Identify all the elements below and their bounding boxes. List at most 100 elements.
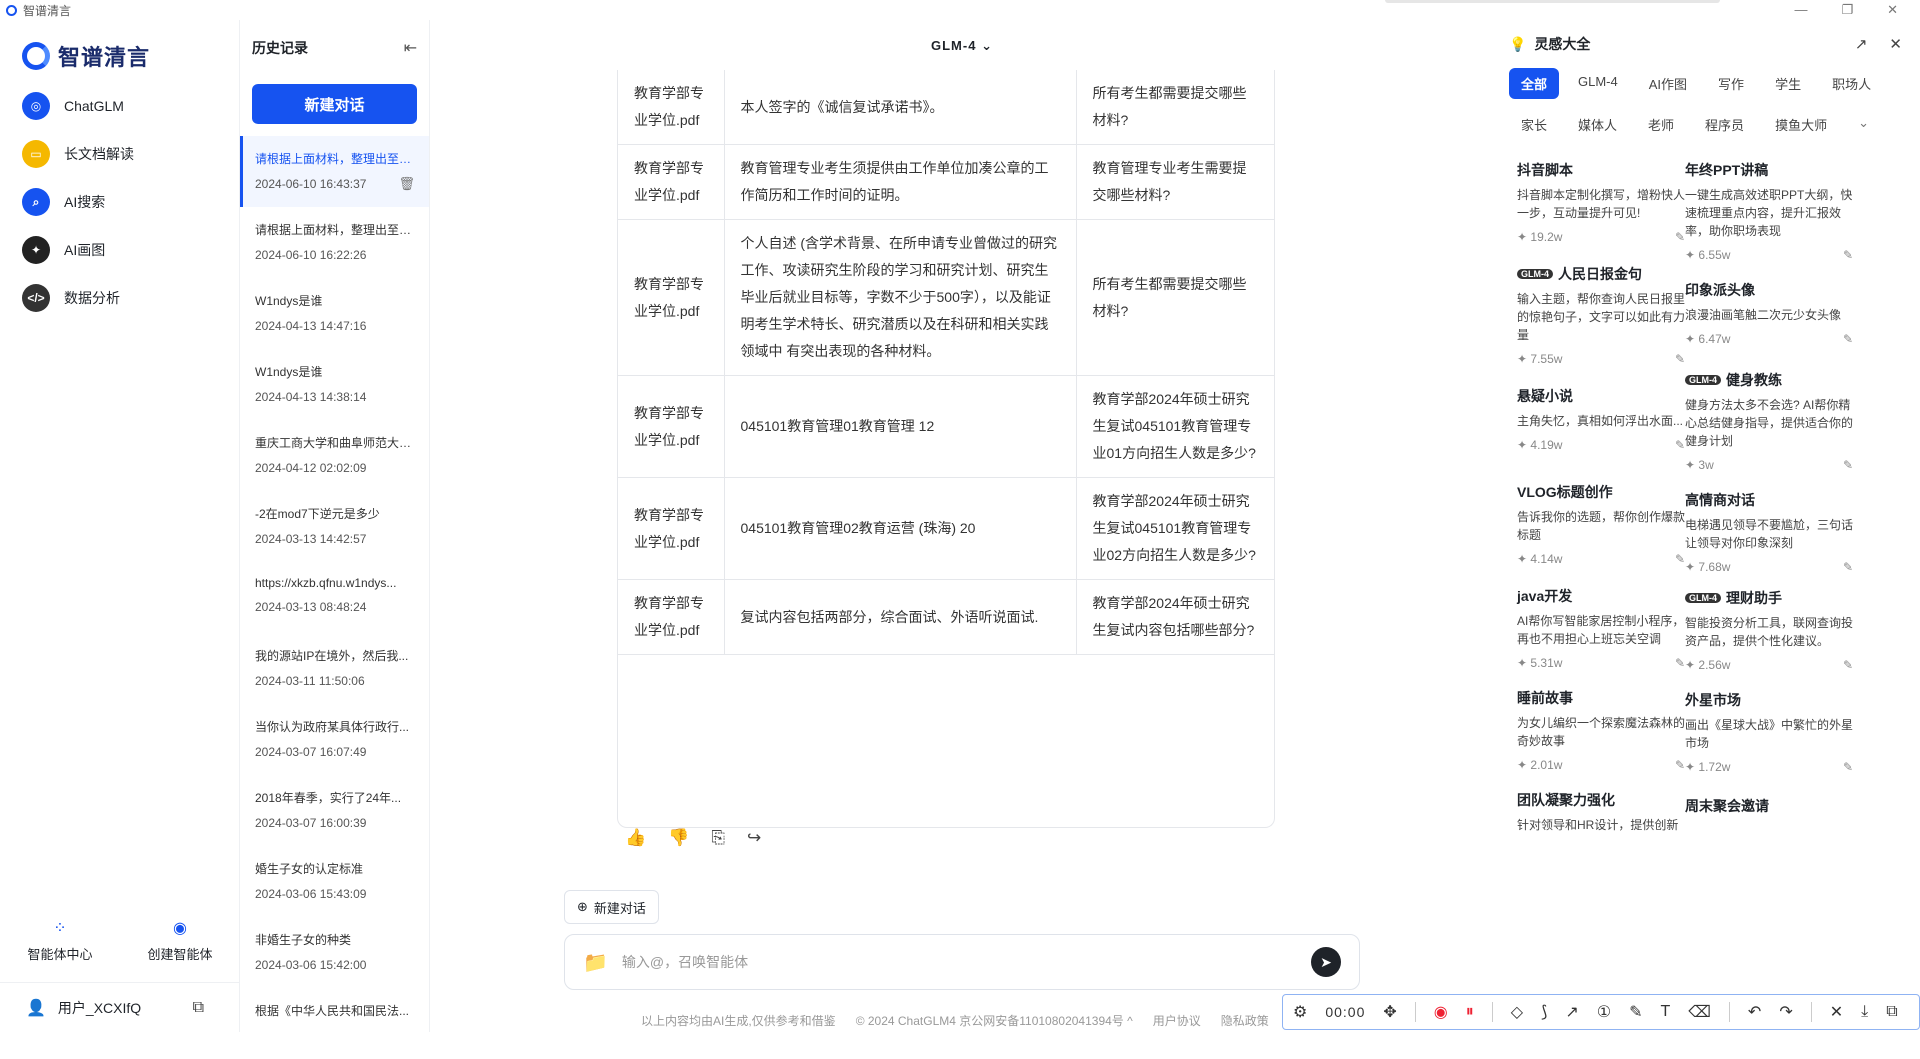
model-selector[interactable]: GLM-4 ⌄ bbox=[931, 38, 993, 54]
inspiration-card[interactable]: 周末聚会邀请 bbox=[1677, 786, 1861, 832]
inspiration-card[interactable]: GLM-4 健身教练 健身方法太多不会选? AI帮你精心总结健身指导，提供适合你的健… bbox=[1677, 360, 1861, 482]
inspiration-card[interactable]: 抖音脚本 抖音脚本定制化撰写，增粉快人一步，互动量提升可见! ✦ 19.2w ✎ bbox=[1509, 150, 1693, 254]
history-item[interactable]: 请根据上面材料，整理出至少... 2024-06-10 16:43:37 🗑 bbox=[240, 136, 429, 207]
edit-icon[interactable]: ✎ bbox=[1843, 560, 1853, 574]
history-item[interactable]: 婚生子女的认定标准 2024-03-06 15:43:09 bbox=[240, 846, 429, 917]
shape-icon[interactable]: ◇ bbox=[1511, 1002, 1523, 1022]
share-panel-icon[interactable]: ↗ bbox=[1855, 35, 1868, 53]
nav-item-3[interactable]: ✦ AI画图 bbox=[0, 226, 239, 274]
edit-icon[interactable]: ✎ bbox=[1843, 332, 1853, 346]
undo-icon[interactable]: ↶ bbox=[1748, 1002, 1761, 1022]
tag-8[interactable]: 老师 bbox=[1636, 109, 1686, 140]
history-item[interactable]: 根据《中华人民共和国民法... bbox=[240, 988, 429, 1059]
tag-0[interactable]: 全部 bbox=[1509, 68, 1560, 99]
inspiration-card[interactable]: 外星市场 画出《星球大战》中繁忙的外星市场 ✦ 1.72w ✎ bbox=[1677, 680, 1861, 784]
edit-icon[interactable]: ✎ bbox=[1843, 248, 1853, 262]
user-profile[interactable]: 👤 用户_XCXIfQ ⧉ bbox=[0, 982, 240, 1032]
tag-2[interactable]: AI作图 bbox=[1637, 68, 1699, 99]
inspiration-card[interactable]: GLM-4 人民日报金句 输入主题，帮你查询人民日报里的惊艳句子，文字可以如此有力量… bbox=[1509, 254, 1693, 376]
nav-item-0[interactable]: ◎ ChatGLM bbox=[0, 82, 239, 130]
tag-10[interactable]: 摸鱼大师 bbox=[1763, 109, 1839, 140]
close-window-button[interactable]: ✕ bbox=[1887, 2, 1898, 18]
move-icon[interactable]: ✥ bbox=[1383, 1002, 1396, 1022]
record-icon[interactable]: ◉ bbox=[1434, 1002, 1448, 1022]
copy-icon[interactable]: ⎘ bbox=[711, 828, 725, 848]
nav-item-1[interactable]: ▭ 长文档解读 bbox=[0, 130, 239, 178]
eraser-icon[interactable]: ⌫ bbox=[1688, 1002, 1711, 1022]
card-title: 高情商对话 bbox=[1685, 492, 1755, 508]
card-title-row: 悬疑小说 bbox=[1517, 386, 1685, 406]
history-item[interactable]: 2018年春季，实行了24年... 2024-03-07 16:00:39 bbox=[240, 775, 429, 846]
inspiration-card[interactable]: 睡前故事 为女儿编织一个探索魔法森林的奇妙故事 ✦ 2.01w ✎ bbox=[1509, 678, 1693, 782]
footer-privacy[interactable]: 隐私政策 bbox=[1221, 1012, 1269, 1029]
tag-7[interactable]: 媒体人 bbox=[1566, 109, 1629, 140]
redo-icon[interactable]: ↷ bbox=[1779, 1002, 1792, 1022]
card-meta: ✦ 1.72w ✎ bbox=[1685, 760, 1853, 774]
inspiration-card[interactable]: GLM-4 理财助手 智能投资分析工具，联网查询投资产品，提供个性化建议。 ✦ 2.5… bbox=[1677, 578, 1861, 682]
tag-1[interactable]: GLM-4 bbox=[1566, 68, 1630, 99]
create-agent-button[interactable]: ◉ 创建智能体 bbox=[120, 920, 240, 963]
history-item[interactable]: 非婚生子女的种类 2024-03-06 15:42:00 bbox=[240, 917, 429, 988]
history-item[interactable]: 我的源站IP在境外，然后我... 2024-03-11 11:50:06 bbox=[240, 633, 429, 704]
thumbs-down-icon[interactable]: 👎 bbox=[668, 828, 689, 848]
pause-icon[interactable]: ⏸ bbox=[1466, 1003, 1474, 1021]
copy-screen-icon[interactable]: ⧉ bbox=[1886, 1003, 1897, 1021]
attach-file-icon[interactable]: 📁 bbox=[583, 950, 608, 975]
trash-icon[interactable]: 🗑 bbox=[398, 176, 415, 192]
new-chat-inline-button[interactable]: ⊕ 新建对话 bbox=[564, 890, 659, 924]
chat-input[interactable] bbox=[621, 954, 1297, 970]
sparkle-icon: ✦ bbox=[1685, 658, 1699, 672]
card-uses: ✦ 19.2w bbox=[1517, 230, 1562, 244]
nav-item-4[interactable]: </> 数据分析 bbox=[0, 274, 239, 322]
card-title-row: GLM-4 健身教练 bbox=[1685, 370, 1853, 390]
tag-3[interactable]: 写作 bbox=[1706, 68, 1756, 99]
number-marker-icon[interactable]: ① bbox=[1597, 1002, 1611, 1022]
inspiration-card[interactable]: 年终PPT讲稿 一键生成高效述职PPT大纲，快速梳理重点内容，提升汇报效率，助你职… bbox=[1677, 150, 1861, 272]
text-icon[interactable]: T bbox=[1661, 1003, 1671, 1021]
inspiration-card[interactable]: 印象派头像 浪漫油画笔触二次元少女头像 ✦ 6.47w ✎ bbox=[1677, 270, 1861, 356]
arrow-icon[interactable]: ↗ bbox=[1565, 1002, 1578, 1022]
inspiration-card[interactable]: 团队凝聚力强化 针对领导和HR设计，提供创新 bbox=[1509, 780, 1693, 844]
history-item[interactable]: 请根据上面材料，整理出至少... 2024-06-10 16:22:26 bbox=[240, 207, 429, 278]
brand-logo[interactable]: 智谱清言 bbox=[0, 20, 239, 76]
history-item-date: 2024-03-11 11:50:06 bbox=[255, 674, 365, 688]
agent-center-button[interactable]: ⁘ 智能体中心 bbox=[0, 920, 120, 963]
edit-icon[interactable]: ✎ bbox=[1843, 658, 1853, 672]
restore-button[interactable]: ❐ bbox=[1841, 2, 1853, 18]
card-title: 悬疑小说 bbox=[1517, 388, 1573, 404]
close-panel-icon[interactable]: ✕ bbox=[1889, 35, 1902, 53]
edit-icon[interactable]: ✎ bbox=[1843, 760, 1853, 774]
new-chat-button[interactable]: 新建对话 bbox=[252, 84, 417, 124]
history-item[interactable]: 重庆工商大学和曲阜师范大学... 2024-04-12 02:02:09 bbox=[240, 420, 429, 491]
close-toolbar-icon[interactable]: ✕ bbox=[1830, 1002, 1843, 1022]
polyline-icon[interactable]: ⟆ bbox=[1541, 1002, 1547, 1022]
thumbs-up-icon[interactable]: 👍 bbox=[625, 828, 646, 848]
pen-icon[interactable]: ✎ bbox=[1629, 1002, 1642, 1022]
card-title: 健身教练 bbox=[1726, 372, 1782, 388]
history-item[interactable]: W1ndys是谁 2024-04-13 14:38:14 bbox=[240, 349, 429, 420]
inspiration-card[interactable]: 高情商对话 电梯遇见领导不要尴尬，三句话让领导对你印象深刻 ✦ 7.68w ✎ bbox=[1677, 480, 1861, 584]
history-item[interactable]: 当你认为政府某具体行政行... 2024-03-07 16:07:49 bbox=[240, 704, 429, 775]
history-item[interactable]: -2在mod7下逆元是多少 2024-03-13 14:42:57 bbox=[240, 491, 429, 562]
minimize-button[interactable]: — bbox=[1794, 2, 1807, 18]
tag-6[interactable]: 家长 bbox=[1509, 109, 1559, 140]
inspiration-card[interactable]: 悬疑小说 主角失忆，真相如何浮出水面... ✦ 4.19w ✎ bbox=[1509, 376, 1693, 462]
switch-device-icon[interactable]: ⧉ bbox=[193, 999, 204, 1017]
send-button[interactable]: ➤ bbox=[1311, 947, 1341, 977]
share-icon[interactable]: ↪ bbox=[747, 828, 761, 848]
sparkle-icon: ✦ bbox=[1685, 760, 1699, 774]
edit-icon[interactable]: ✎ bbox=[1843, 458, 1853, 472]
inspiration-card[interactable]: java开发 AI帮你写智能家居控制小程序，再也不用担心上班忘关空调 ✦ 5.31w… bbox=[1509, 576, 1693, 680]
history-item[interactable]: https://xkzb.qfnu.w1ndys... 2024-03-13 08… bbox=[240, 562, 429, 633]
collapse-sidebar-icon[interactable]: ⇤ bbox=[404, 38, 417, 58]
tag-9[interactable]: 程序员 bbox=[1693, 109, 1756, 140]
settings-icon[interactable]: ⚙ bbox=[1293, 1002, 1307, 1022]
history-item[interactable]: W1ndys是谁 2024-04-13 14:47:16 bbox=[240, 278, 429, 349]
more-tags-chevron-icon[interactable]: ⌄ bbox=[1846, 109, 1881, 140]
tag-5[interactable]: 职场人 bbox=[1820, 68, 1883, 99]
tag-4[interactable]: 学生 bbox=[1763, 68, 1813, 99]
nav-item-2[interactable]: ⌕ AI搜索 bbox=[0, 178, 239, 226]
download-icon[interactable]: ⤓ bbox=[1861, 1003, 1868, 1021]
footer-user-agreement[interactable]: 用户协议 bbox=[1153, 1012, 1201, 1029]
inspiration-card[interactable]: VLOG标题创作 告诉我你的选题，帮你创作爆款标题 ✦ 4.14w ✎ bbox=[1509, 472, 1693, 576]
